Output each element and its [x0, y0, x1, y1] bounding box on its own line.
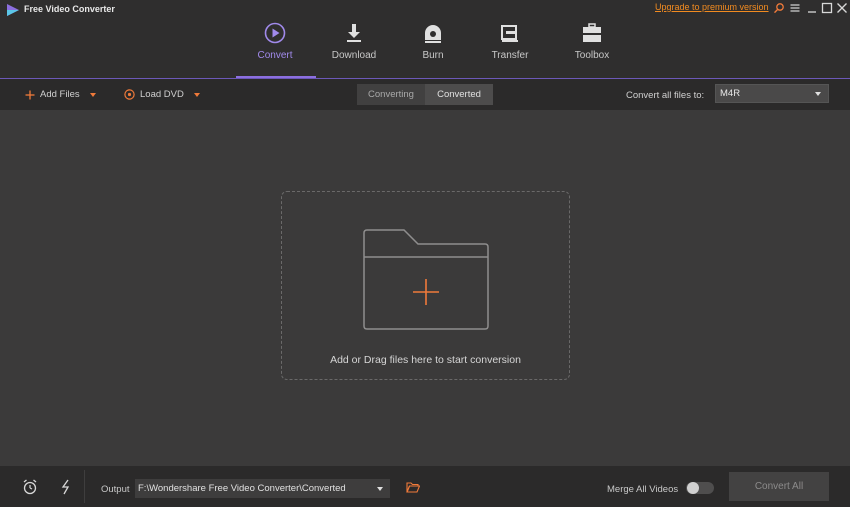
- maximize-icon[interactable]: [821, 2, 833, 14]
- menu-icon[interactable]: [789, 2, 801, 14]
- load-dvd-label: Load DVD: [140, 89, 184, 100]
- nav-tab-download[interactable]: Download: [314, 20, 394, 78]
- output-label: Output: [101, 484, 130, 495]
- close-icon[interactable]: [836, 2, 848, 14]
- add-files-label: Add Files: [40, 89, 80, 100]
- plus-icon: [25, 90, 35, 99]
- chevron-down-icon[interactable]: [89, 92, 96, 97]
- chevron-down-icon[interactable]: [193, 92, 200, 97]
- nav-tab-toolbox[interactable]: Toolbox: [552, 20, 632, 78]
- convert-all-label: Convert all files to:: [626, 90, 705, 101]
- app-logo-icon: [7, 4, 19, 16]
- drop-zone-text: Add or Drag files here to start conversi…: [330, 354, 521, 366]
- file-drop-zone[interactable]: Add or Drag files here to start conversi…: [281, 191, 570, 380]
- output-path-select[interactable]: F:\Wondershare Free Video Converter\Conv…: [135, 479, 390, 498]
- divider: [84, 470, 85, 503]
- merge-all-toggle[interactable]: [686, 482, 714, 494]
- merge-all-label: Merge All Videos: [607, 484, 679, 495]
- nav-label-toolbox: Toolbox: [574, 50, 610, 61]
- nav-label-burn: Burn: [422, 50, 444, 61]
- output-format-select[interactable]: M4R: [715, 84, 829, 103]
- upgrade-link[interactable]: Upgrade to premium version: [655, 2, 769, 12]
- minimize-icon[interactable]: [806, 2, 818, 14]
- search-icon[interactable]: [773, 2, 785, 14]
- alarm-clock-icon[interactable]: [22, 479, 38, 495]
- nav-tab-convert[interactable]: Convert: [235, 20, 315, 78]
- nav-tab-transfer[interactable]: Transfer: [470, 20, 550, 78]
- lightning-icon[interactable]: [60, 479, 72, 495]
- toolbox-icon: [583, 23, 601, 42]
- dvd-icon: [124, 89, 135, 100]
- download-icon: [347, 24, 361, 42]
- app-title: Free Video Converter: [24, 4, 115, 14]
- chevron-down-icon: [815, 92, 821, 96]
- load-dvd-button[interactable]: Load DVD: [124, 79, 200, 110]
- open-folder-icon[interactable]: [406, 482, 420, 493]
- add-folder-icon: [363, 229, 489, 330]
- nav-label-download: Download: [331, 50, 377, 61]
- chevron-down-icon: [377, 487, 383, 491]
- output-path-value: F:\Wondershare Free Video Converter\Conv…: [138, 483, 346, 494]
- add-files-button[interactable]: Add Files: [25, 79, 96, 110]
- format-value: M4R: [720, 88, 741, 99]
- convert-all-button[interactable]: Convert All: [729, 472, 829, 501]
- top-navigation-bar: Free Video Converter Upgrade to premium …: [0, 0, 850, 78]
- nav-label-transfer: Transfer: [491, 50, 529, 61]
- nav-tab-burn[interactable]: Burn: [393, 20, 473, 78]
- burn-icon: [425, 25, 441, 43]
- transfer-icon: [501, 25, 518, 42]
- tab-converted[interactable]: Converted: [425, 84, 493, 105]
- nav-label-convert: Convert: [257, 50, 293, 61]
- toggle-knob: [687, 482, 699, 494]
- tab-converting[interactable]: Converting: [357, 84, 425, 105]
- convert-icon: [264, 22, 286, 44]
